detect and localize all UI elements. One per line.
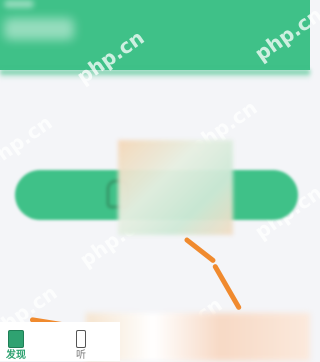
status-bar-blur bbox=[4, 0, 34, 8]
arrow-annotation bbox=[211, 263, 243, 311]
book-icon bbox=[8, 330, 24, 348]
blurred-region bbox=[118, 140, 233, 235]
nav-label: 听 bbox=[76, 350, 86, 361]
nav-item-discover[interactable]: 发现 bbox=[0, 330, 36, 362]
bottom-navigation: 发现 听 bbox=[0, 322, 120, 361]
header-shadow bbox=[0, 70, 310, 80]
top-header bbox=[0, 0, 310, 70]
nav-item-listen[interactable]: 听 bbox=[61, 330, 101, 362]
nav-label: 发现 bbox=[6, 350, 26, 361]
header-title-blur bbox=[4, 18, 74, 40]
arrow-annotation bbox=[183, 236, 217, 264]
watermark: php.cn bbox=[0, 110, 57, 174]
phone-icon bbox=[76, 330, 86, 348]
